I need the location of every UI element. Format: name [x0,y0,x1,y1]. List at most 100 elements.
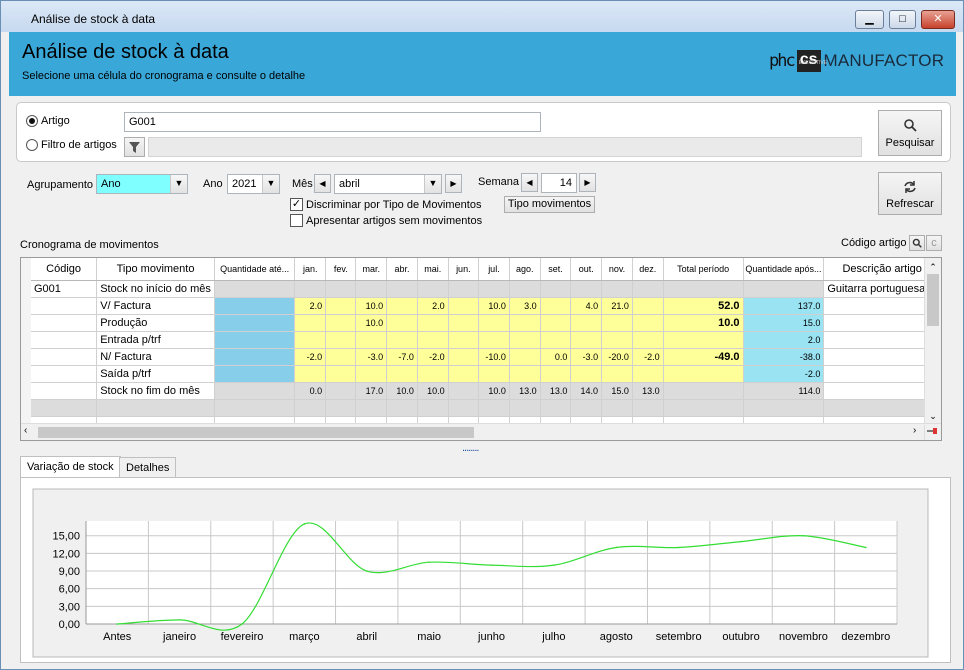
table-cell[interactable] [325,365,357,383]
column-header[interactable]: Tipo movimento [96,258,215,281]
ano-select[interactable]: 2021 ▼ [227,174,280,194]
table-cell[interactable] [214,297,296,315]
grid-vertical-scrollbar[interactable]: ⌃ ⌄ [924,258,941,424]
table-cell[interactable] [478,314,510,332]
column-header[interactable]: mar. [355,258,388,281]
table-cell[interactable] [325,382,357,400]
grid-horizontal-scrollbar[interactable]: ‹ › [21,423,941,440]
table-cell[interactable]: 3.0 [509,297,541,315]
table-cell[interactable]: Stock no início do mês [96,280,215,298]
table-cell[interactable] [21,331,98,349]
table-cell[interactable] [214,314,296,332]
table-cell[interactable] [823,297,941,315]
table-cell[interactable]: 13.0 [632,382,664,400]
table-cell[interactable]: Stock no fim do mês [96,382,215,400]
table-cell[interactable] [448,348,480,366]
artigo-input[interactable]: G001 [124,112,541,132]
table-cell[interactable]: -49.0 [663,348,744,366]
table-cell[interactable] [417,280,449,298]
table-cell[interactable] [214,280,296,298]
table-row[interactable]: N/ Factura -2.0 -3.0 -7.0 -2.0 -10.0 0.0 -3.0 -2… [21,348,941,366]
column-header[interactable]: mai. [417,258,449,281]
table-cell[interactable] [448,382,480,400]
table-cell[interactable] [743,280,825,298]
table-cell[interactable]: -3.0 [355,348,388,366]
pin-icon[interactable] [924,425,941,440]
table-cell[interactable] [294,365,327,383]
filtro-artigos-input[interactable] [148,137,862,157]
table-cell[interactable]: -7.0 [386,348,418,366]
table-cell[interactable] [386,297,418,315]
table-cell[interactable] [214,382,296,400]
table-cell[interactable]: -20.0 [601,348,633,366]
table-cell[interactable] [601,314,633,332]
table-cell[interactable] [632,314,664,332]
table-cell[interactable] [21,297,98,315]
table-cell[interactable] [448,314,480,332]
pesquisar-button[interactable]: Pesquisar [878,110,942,156]
table-row[interactable]: Saída p/trf -2.0 [21,365,941,383]
table-cell[interactable]: Produção [96,314,215,332]
column-header[interactable]: jul. [478,258,510,281]
table-cell[interactable] [540,331,572,349]
table-cell[interactable]: 13.0 [540,382,572,400]
table-cell[interactable] [509,331,541,349]
table-row[interactable]: Produção 10.0 10.0 15.0 [21,314,941,332]
table-cell[interactable]: -2.0 [294,348,327,366]
table-cell[interactable]: 10.0 [663,314,744,332]
table-cell[interactable] [21,382,98,400]
table-cell[interactable] [823,331,941,349]
table-cell[interactable]: -3.0 [570,348,603,366]
minimize-button[interactable]: ▁ [855,10,884,29]
agrupamento-select[interactable]: Ano ▼ [96,174,188,194]
tipo-movimentos-button[interactable]: Tipo movimentos [504,196,595,213]
table-cell[interactable] [386,280,418,298]
table-cell[interactable] [448,297,480,315]
column-header[interactable]: out. [570,258,603,281]
discriminar-checkbox[interactable]: ✓ [290,198,303,211]
column-header[interactable]: nov. [601,258,633,281]
table-cell[interactable]: 15.0 [743,314,825,332]
table-cell[interactable]: 10.0 [478,297,510,315]
table-cell[interactable] [663,365,744,383]
table-cell[interactable]: 17.0 [355,382,388,400]
table-cell[interactable] [448,365,480,383]
table-cell[interactable] [663,280,744,298]
table-cell[interactable]: 2.0 [743,331,825,349]
table-cell[interactable]: 114.0 [743,382,825,400]
table-cell[interactable]: 0.0 [540,348,572,366]
table-cell[interactable] [21,365,98,383]
table-cell[interactable] [478,331,510,349]
table-cell[interactable] [21,348,98,366]
column-header[interactable]: jun. [448,258,480,281]
close-button[interactable]: ✕ [921,10,955,29]
table-cell[interactable] [386,331,418,349]
table-cell[interactable]: 2.0 [417,297,449,315]
table-cell[interactable] [417,331,449,349]
column-header[interactable]: jan. [294,258,327,281]
column-header[interactable]: ago. [509,258,541,281]
column-header[interactable]: fev. [325,258,357,281]
table-cell[interactable]: -2.0 [743,365,825,383]
table-cell[interactable] [663,331,744,349]
table-cell[interactable] [570,314,603,332]
semana-input[interactable]: 14 [541,173,577,193]
table-cell[interactable] [214,365,296,383]
table-cell[interactable] [294,314,327,332]
table-cell[interactable] [540,365,572,383]
table-cell[interactable]: 137.0 [743,297,825,315]
table-cell[interactable] [478,365,510,383]
chevron-up-icon[interactable]: ⌃ [925,262,941,273]
table-cell[interactable] [823,348,941,366]
table-row[interactable]: V/ Factura 2.0 10.0 2.0 10.0 3.0 4.0 21.0 52.0 13… [21,297,941,315]
table-cell[interactable] [478,280,510,298]
table-cell[interactable] [325,348,357,366]
column-header[interactable]: Código [21,258,98,281]
table-cell[interactable] [325,331,357,349]
column-header[interactable]: abr. [386,258,418,281]
table-cell[interactable]: 0.0 [294,382,327,400]
table-cell[interactable]: 10.0 [417,382,449,400]
maximize-button[interactable]: □ [889,10,916,29]
mes-select[interactable]: abril ▼ [334,174,442,194]
table-cell[interactable] [325,297,357,315]
